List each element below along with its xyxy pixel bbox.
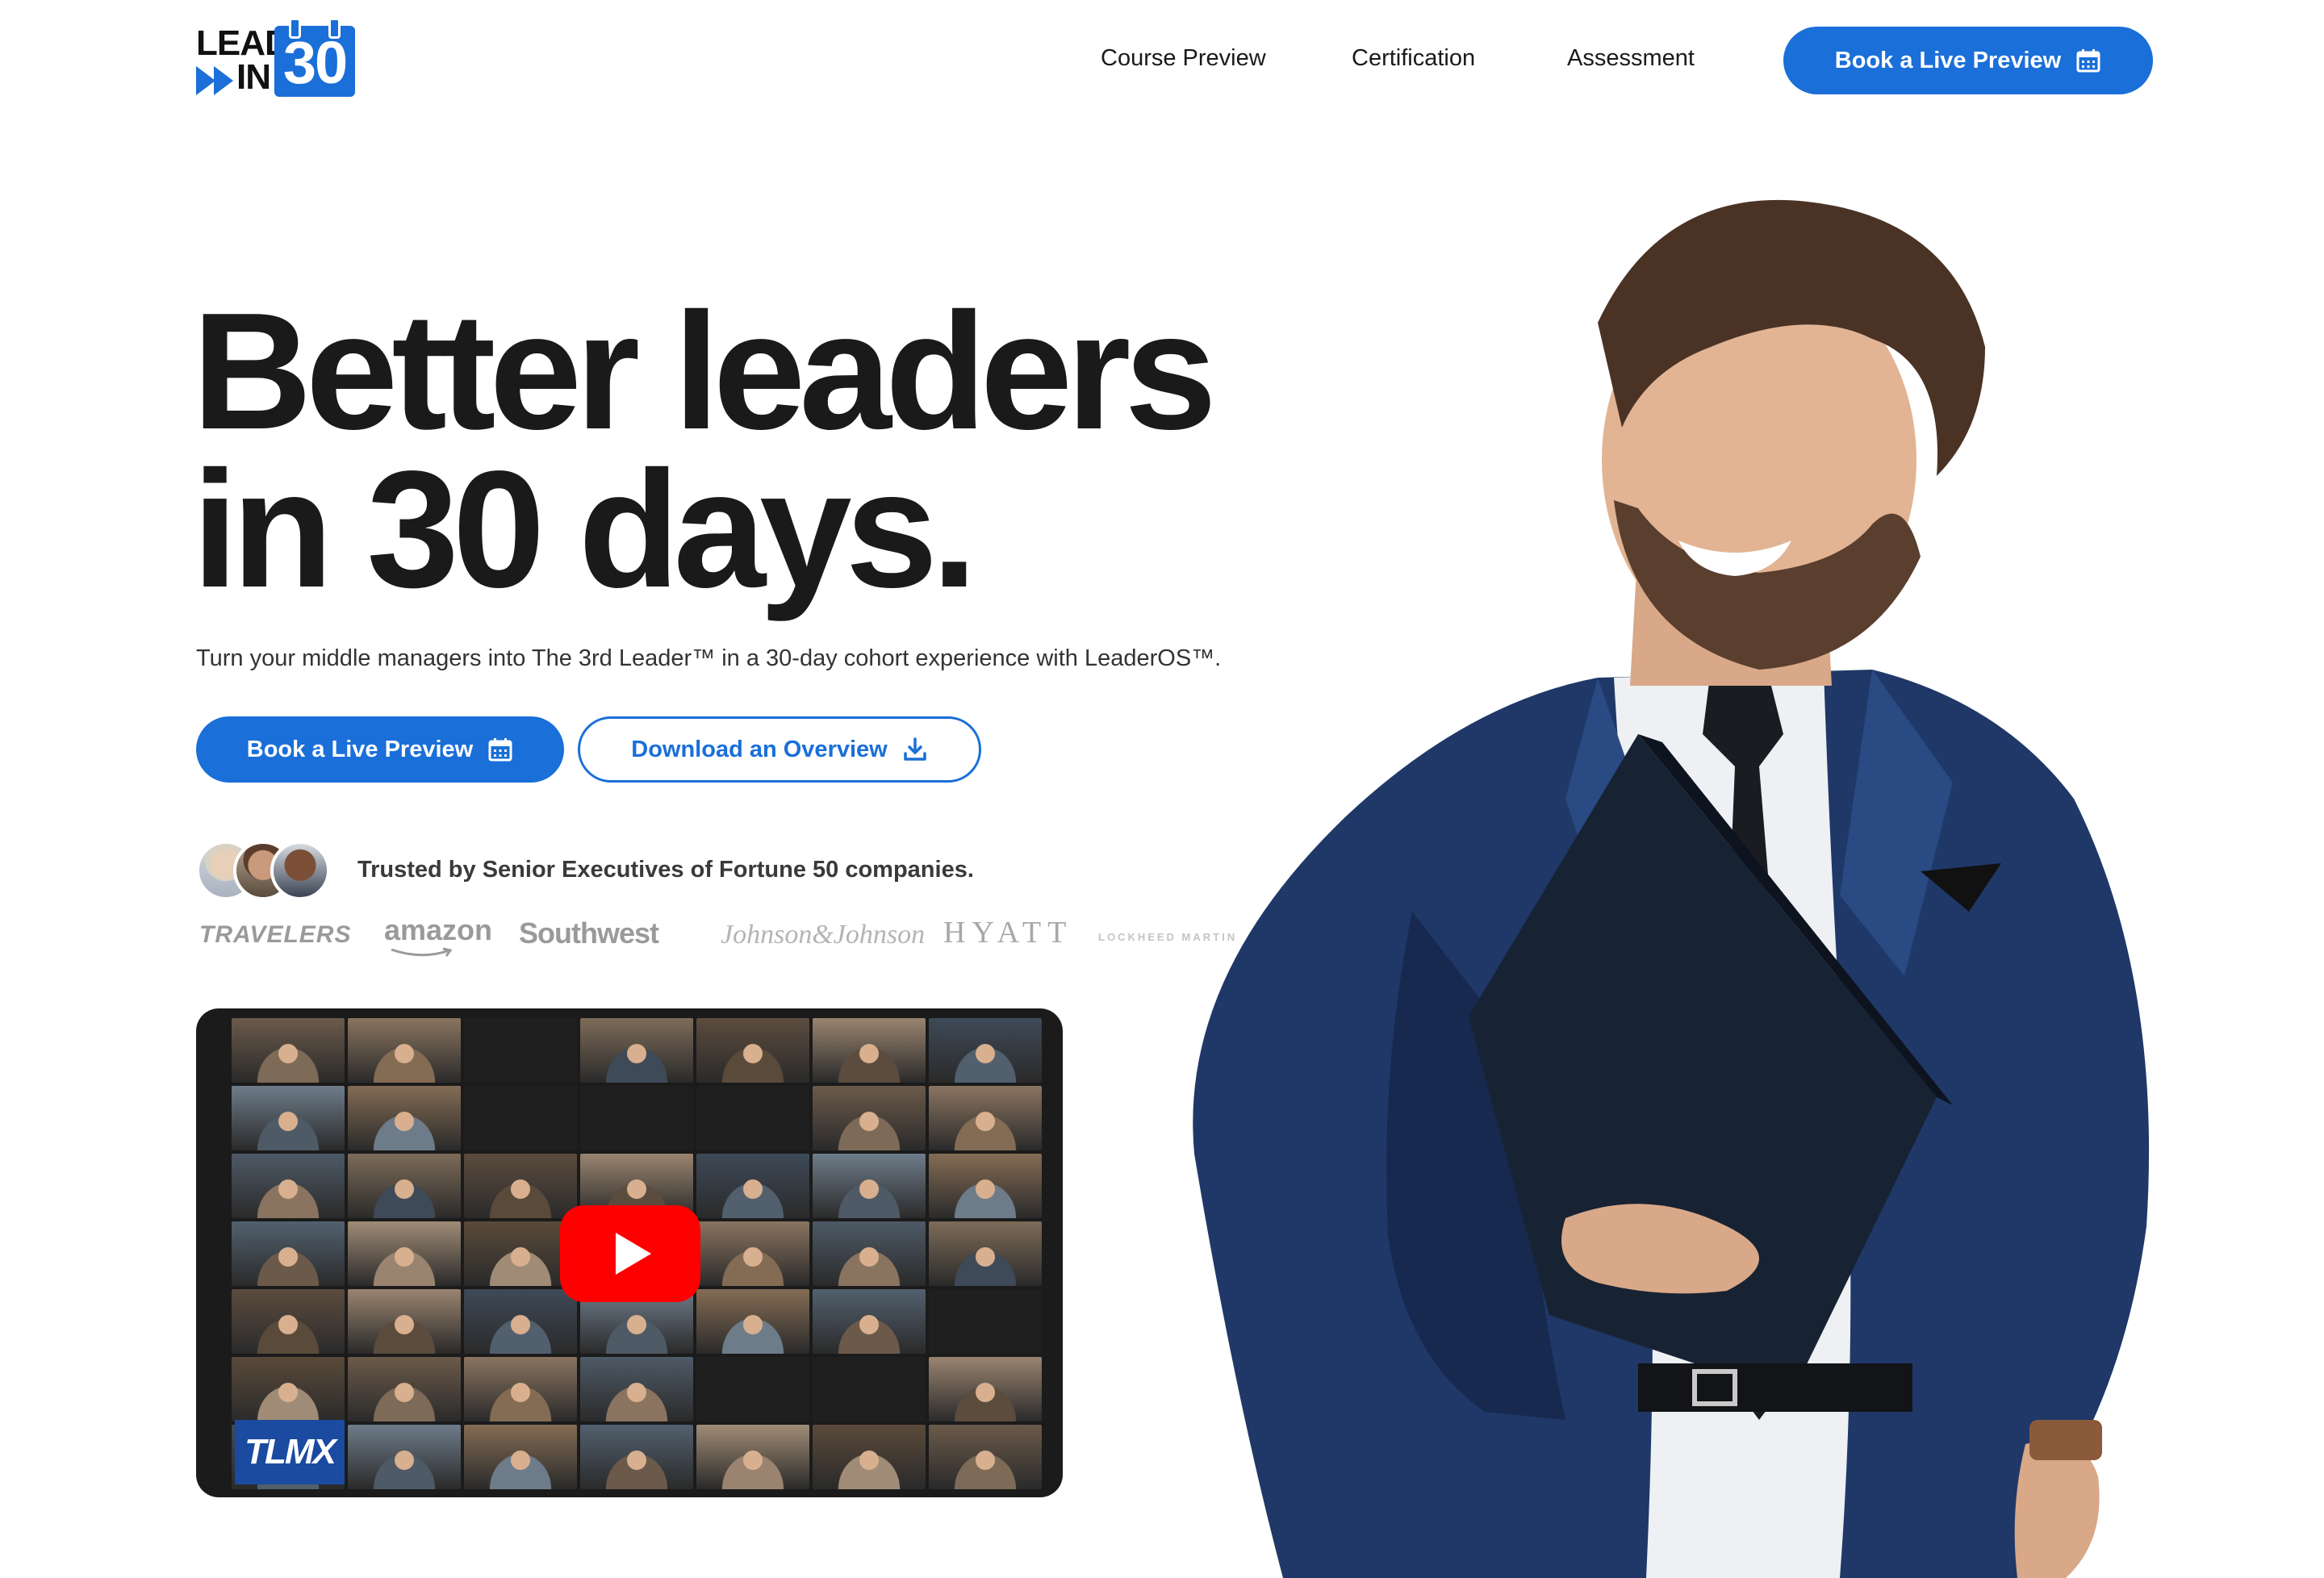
video-tile	[232, 1221, 345, 1286]
play-icon	[616, 1233, 651, 1275]
avatar	[270, 841, 330, 900]
headline-line-2: in 30 days.	[192, 436, 977, 622]
client-logo-row: TRAVELERS amazon Southwest Johnson&Johns…	[196, 913, 1237, 962]
video-tile	[232, 1154, 345, 1218]
lead-in-30-logo[interactable]: LEAD IN 30	[196, 18, 357, 98]
video-tile	[696, 1425, 809, 1489]
hyatt-logo: HYATT	[943, 916, 1073, 950]
amazon-smile-icon	[391, 947, 453, 957]
video-tile	[232, 1289, 345, 1354]
video-tile	[813, 1221, 926, 1286]
calendar-icon	[2076, 49, 2100, 73]
video-tile	[929, 1086, 1042, 1150]
amazon-logo: amazon	[384, 913, 493, 946]
video-tile	[464, 1086, 577, 1150]
video-tile	[696, 1018, 809, 1083]
fast-forward-icon	[196, 66, 233, 95]
video-tile	[813, 1154, 926, 1218]
video-tile	[464, 1357, 577, 1421]
play-button[interactable]	[560, 1205, 700, 1302]
executive-avatars	[196, 841, 341, 902]
video-tile	[813, 1289, 926, 1354]
download-overview-button[interactable]: Download an Overview	[578, 716, 981, 783]
video-tile	[580, 1425, 693, 1489]
video-tile	[696, 1221, 809, 1286]
johnson-johnson-logo: Johnson&Johnson	[721, 920, 926, 950]
video-player[interactable]: TLMX	[196, 1008, 1063, 1497]
hero-cta-label: Book a Live Preview	[246, 736, 474, 762]
nav-certification[interactable]: Certification	[1352, 45, 1475, 72]
video-tile	[232, 1086, 345, 1150]
video-tile	[813, 1018, 926, 1083]
video-tile	[696, 1154, 809, 1218]
video-tile	[464, 1018, 577, 1083]
video-tile	[348, 1425, 461, 1489]
video-tile	[232, 1357, 345, 1421]
video-tile	[929, 1221, 1042, 1286]
video-tile	[464, 1289, 577, 1354]
video-tile	[813, 1425, 926, 1489]
site-header: LEAD IN 30 Course Preview Certification …	[0, 0, 2324, 121]
video-tile	[696, 1357, 809, 1421]
video-tile	[813, 1357, 926, 1421]
logo-calendar-30: 30	[274, 18, 355, 97]
video-tile	[580, 1086, 693, 1150]
logo-word-in: IN	[236, 57, 271, 97]
travelers-logo: TRAVELERS	[199, 921, 352, 948]
video-tile	[464, 1154, 577, 1218]
video-tile	[929, 1357, 1042, 1421]
download-icon	[903, 737, 926, 761]
nav-course-preview[interactable]: Course Preview	[1101, 45, 1266, 72]
video-tile	[696, 1086, 809, 1150]
calendar-icon	[488, 738, 512, 762]
hero-book-live-preview-button[interactable]: Book a Live Preview	[196, 716, 564, 783]
video-tile	[348, 1289, 461, 1354]
video-tile	[464, 1425, 577, 1489]
nav-book-live-preview-button[interactable]: Book a Live Preview	[1783, 27, 2153, 94]
video-tile	[580, 1018, 693, 1083]
video-tile	[348, 1154, 461, 1218]
video-tile	[696, 1289, 809, 1354]
video-tile	[929, 1154, 1042, 1218]
video-tile	[813, 1086, 926, 1150]
video-tile	[929, 1289, 1042, 1354]
video-tile	[232, 1018, 345, 1083]
video-tile	[929, 1425, 1042, 1489]
video-tile	[929, 1018, 1042, 1083]
video-tile	[348, 1221, 461, 1286]
southwest-logo: Southwest	[519, 916, 659, 950]
video-tile	[348, 1357, 461, 1421]
nav-cta-label: Book a Live Preview	[1834, 47, 2062, 73]
trusted-by-text: Trusted by Senior Executives of Fortune …	[357, 857, 974, 883]
tlmx-logo: TLMX	[235, 1420, 345, 1484]
nav-assessment[interactable]: Assessment	[1567, 45, 1695, 72]
video-tile	[348, 1086, 461, 1150]
video-tile	[348, 1018, 461, 1083]
businessman-photo	[1193, 199, 2150, 1578]
download-overview-label: Download an Overview	[631, 736, 888, 762]
video-tile	[580, 1357, 693, 1421]
